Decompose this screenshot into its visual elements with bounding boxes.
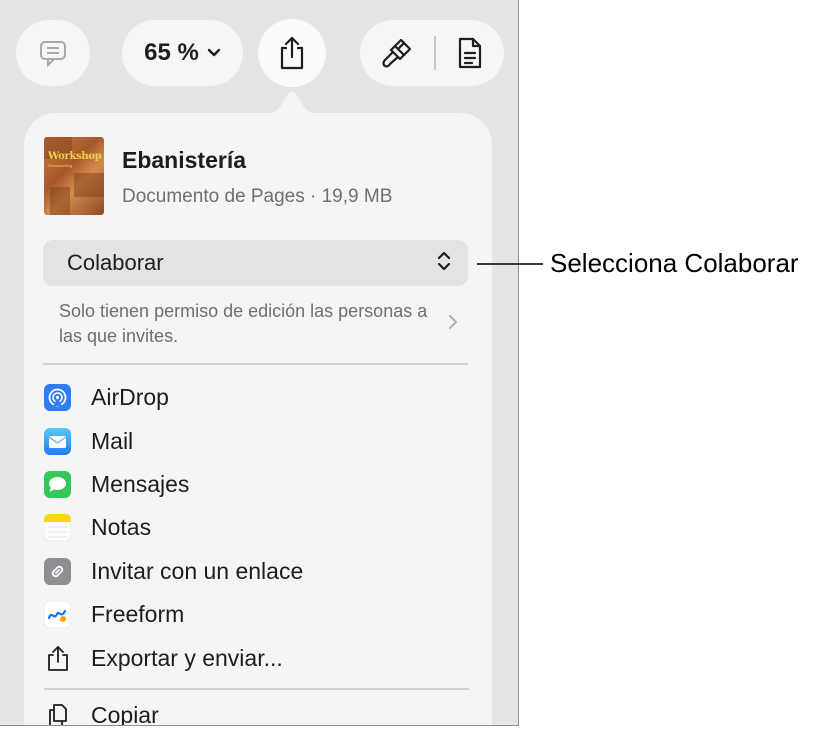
divider (43, 363, 468, 365)
chevron-right-icon (448, 314, 458, 335)
copy-icon (44, 702, 71, 725)
chevron-down-icon (207, 48, 221, 58)
comment-button[interactable] (16, 20, 90, 86)
document-title: Ebanistería (122, 147, 246, 173)
menu-item-label: Mensajes (91, 470, 190, 497)
menu-item-label: Notas (91, 514, 152, 541)
collaborate-select-label: Colaborar (67, 250, 164, 275)
format-toolbar-group (360, 20, 504, 86)
document-header: Workshop Woodworking Ebanistería Documen… (44, 137, 392, 215)
messages-icon (44, 470, 71, 498)
menu-item-mail[interactable]: Mail (44, 419, 469, 462)
comment-icon (38, 38, 68, 68)
menu-item-label: Copiar (91, 701, 159, 726)
share-options-list: AirDrop Mail Mensajes Notas Invitar con … (44, 376, 469, 726)
export-icon (44, 645, 71, 672)
zoom-button[interactable]: 65 % (122, 20, 243, 86)
menu-item-freeform[interactable]: Freeform (44, 593, 469, 636)
document-button[interactable] (456, 36, 484, 70)
permission-settings-row[interactable]: Solo tienen permiso de edición las perso… (43, 299, 468, 349)
thumbnail-title: Workshop (48, 151, 102, 162)
menu-item-airdrop[interactable]: AirDrop (44, 376, 469, 419)
paintbrush-icon (380, 36, 414, 70)
document-thumbnail: Workshop Woodworking (44, 137, 104, 215)
menu-item-label: AirDrop (91, 384, 169, 411)
share-button[interactable] (258, 19, 326, 87)
menu-item-label: Freeform (91, 601, 185, 628)
chevron-up-down-icon (436, 250, 452, 277)
divider (44, 688, 469, 690)
menu-item-invite-link[interactable]: Invitar con un enlace (44, 550, 469, 593)
ipad-screen: 65 % Workshop Woodworking Ebanistería Do… (0, 0, 519, 726)
thumbnail-subtitle: Woodworking (48, 163, 73, 168)
callout-label: Selecciona Colaborar (550, 248, 799, 278)
toolbar-separator (434, 36, 436, 70)
menu-item-export[interactable]: Exportar y enviar... (44, 636, 469, 679)
menu-item-messages[interactable]: Mensajes (44, 463, 469, 506)
airdrop-icon (44, 384, 71, 412)
zoom-value: 65 % (144, 39, 199, 66)
document-subtitle: Documento de Pages · 19,9 MB (122, 186, 393, 207)
menu-item-copy[interactable]: Copiar (44, 694, 469, 726)
menu-item-notes[interactable]: Notas (44, 506, 469, 549)
menu-item-label: Invitar con un enlace (91, 557, 304, 584)
mail-icon (44, 427, 71, 455)
menu-item-label: Exportar y enviar... (91, 644, 283, 671)
document-icon (456, 36, 484, 70)
collaborate-select[interactable]: Colaborar (43, 240, 468, 286)
callout-line (477, 263, 543, 265)
permission-text: Solo tienen permiso de edición las perso… (59, 301, 428, 346)
menu-item-label: Mail (91, 427, 134, 454)
format-brush-button[interactable] (380, 36, 414, 70)
share-popover: Workshop Woodworking Ebanistería Documen… (24, 113, 492, 726)
notes-icon (44, 514, 71, 542)
link-icon (44, 557, 71, 585)
popover-arrow (262, 91, 322, 115)
share-icon (277, 35, 307, 71)
freeform-icon (44, 601, 71, 629)
